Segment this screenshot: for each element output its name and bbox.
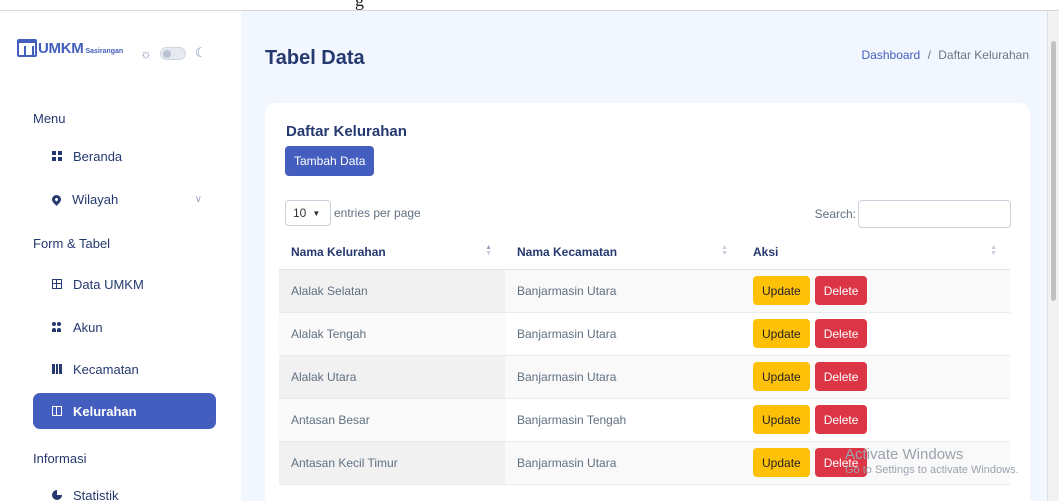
sidebar-item-label: Wilayah	[72, 191, 119, 207]
sidebar-item-wilayah[interactable]: Wilayah ∨	[33, 181, 216, 217]
column-header-label: Nama Kecamatan	[517, 244, 618, 259]
breadcrumb: Dashboard / Daftar Kelurahan	[862, 48, 1029, 62]
search-input[interactable]	[858, 200, 1011, 228]
sidebar-item-label: Statistik	[73, 487, 119, 501]
breadcrumb-current: Daftar Kelurahan	[938, 48, 1029, 62]
sidebar-item-label: Data UMKM	[73, 276, 144, 292]
actions-cell: Update Delete	[741, 355, 1010, 399]
sidebar-title-menu: Menu	[33, 111, 66, 126]
kecamatan-cell: Banjarmasin Utara	[505, 269, 741, 313]
sidebar-item-data-umkm[interactable]: Data UMKM	[33, 266, 216, 302]
sidebar-item-statistik[interactable]: Statistik	[33, 477, 216, 501]
page-title: Tabel Data	[265, 47, 365, 69]
logo[interactable]: UMKM Sasirangan	[17, 39, 123, 57]
sidebar-item-akun[interactable]: Akun	[33, 309, 216, 345]
columns-icon	[52, 406, 62, 416]
sidebar-title-form-tabel: Form & Tabel	[33, 236, 111, 251]
delete-button[interactable]: Delete	[814, 362, 868, 391]
map-pin-icon	[50, 192, 63, 206]
actions-cell: Update Delete	[741, 398, 1010, 442]
table-row: Alalak Tengah Banjarmasin Utara Update De…	[279, 312, 1010, 356]
sidebar-item-label: Kecamatan	[73, 361, 139, 377]
sidebar-item-label: Akun	[73, 319, 103, 335]
entries-label: entries per page	[334, 206, 421, 220]
kelurahan-cell: Antasan Besar	[279, 398, 505, 442]
tambah-data-button[interactable]: Tambah Data	[285, 146, 375, 176]
table-row: Alalak Selatan Banjarmasin Utara Update D…	[279, 269, 1010, 313]
column-header-aksi[interactable]: Aksi ▲ ▼	[741, 235, 1010, 270]
sidebar-item-beranda[interactable]: Beranda	[33, 138, 216, 174]
kecamatan-cell: Banjarmasin Utara	[505, 312, 741, 356]
pie-chart-icon	[52, 490, 62, 500]
top-edge-strip: g	[0, 0, 1059, 11]
sidebar-item-label: Beranda	[73, 148, 123, 164]
delete-button[interactable]: Delete	[814, 276, 868, 305]
column-header-label: Nama Kelurahan	[291, 244, 386, 259]
page-scrollbar[interactable]	[1047, 11, 1059, 501]
update-button[interactable]: Update	[753, 362, 810, 391]
kecamatan-cell: Banjarmasin Utara	[505, 441, 741, 485]
sort-icon: ▲ ▼	[485, 244, 492, 257]
update-button[interactable]: Update	[753, 405, 810, 434]
kecamatan-cell: Banjarmasin Utara	[505, 355, 741, 399]
entries-per-page: 10 ▼ entries per page	[285, 200, 421, 226]
card-title: Daftar Kelurahan	[286, 123, 407, 140]
entries-value: 10	[293, 206, 307, 220]
moon-icon: ☾	[194, 45, 207, 60]
table-icon	[52, 279, 62, 289]
delete-button[interactable]: Delete	[814, 405, 868, 434]
table-header-row: Nama Kelurahan ▲ ▼ Nama Kecamatan ▲ ▼ Aksi…	[279, 235, 1010, 270]
update-button[interactable]: Update	[753, 319, 810, 348]
sidebar-item-kelurahan[interactable]: Kelurahan	[33, 393, 216, 429]
chevron-down-icon: ∨	[194, 193, 202, 205]
table-row: Antasan Kecil Timur Banjarmasin Utara Up…	[279, 441, 1010, 485]
sidebar-item-label: Kelurahan	[73, 403, 137, 419]
people-icon	[52, 322, 62, 332]
actions-cell: Update Delete	[741, 441, 1010, 485]
sort-icon: ▲ ▼	[990, 244, 997, 257]
books-icon	[52, 364, 62, 374]
kelurahan-cell: Alalak Tengah	[279, 312, 505, 356]
theme-toggle[interactable]	[159, 46, 186, 60]
breadcrumb-dashboard-link[interactable]: Dashboard	[862, 48, 921, 62]
table-row: Antasan Besar Banjarmasin Tengah Update D…	[279, 398, 1010, 442]
actions-cell: Update Delete	[741, 269, 1010, 313]
entries-select[interactable]: 10 ▼	[285, 200, 331, 226]
sidebar: UMKM Sasirangan ☼ ☾ Menu Beranda Wilayah…	[0, 11, 241, 501]
update-button[interactable]: Update	[753, 448, 810, 477]
column-header-label: Aksi	[753, 244, 779, 259]
sidebar-item-kecamatan[interactable]: Kecamatan	[33, 351, 216, 387]
column-header-nama-kelurahan[interactable]: Nama Kelurahan ▲ ▼	[279, 235, 505, 270]
logo-icon	[17, 39, 37, 57]
breadcrumb-separator: /	[927, 48, 931, 62]
kecamatan-cell: Banjarmasin Tengah	[505, 398, 741, 442]
scrollbar-thumb[interactable]	[1051, 41, 1056, 301]
kelurahan-cell: Antasan Kecil Timur	[279, 441, 505, 485]
data-card: Daftar Kelurahan Tambah Data 10 ▼ entrie…	[265, 103, 1030, 501]
kelurahan-table: Nama Kelurahan ▲ ▼ Nama Kecamatan ▲ ▼ Aksi…	[279, 235, 1010, 485]
delete-button[interactable]: Delete	[814, 448, 868, 477]
theme-switch: ☼ ☾	[140, 45, 207, 61]
search-label: Search:	[814, 207, 856, 221]
delete-button[interactable]: Delete	[814, 319, 868, 348]
chevron-down-icon: ▼	[312, 208, 321, 218]
kelurahan-cell: Alalak Selatan	[279, 269, 505, 313]
update-button[interactable]: Update	[753, 276, 810, 305]
cropped-text-fragment: g	[355, 0, 364, 10]
logo-brand: UMKM	[38, 39, 84, 57]
grid-icon	[52, 151, 62, 161]
sun-icon: ☼	[140, 45, 152, 61]
column-header-nama-kecamatan[interactable]: Nama Kecamatan ▲ ▼	[505, 235, 741, 270]
actions-cell: Update Delete	[741, 312, 1010, 356]
table-row: Alalak Utara Banjarmasin Utara Update Del…	[279, 355, 1010, 399]
sidebar-title-informasi: Informasi	[33, 451, 87, 466]
kelurahan-cell: Alalak Utara	[279, 355, 505, 399]
table-search: Search:	[815, 200, 1011, 228]
sort-icon: ▲ ▼	[721, 244, 728, 257]
logo-sub: Sasirangan	[85, 47, 124, 55]
